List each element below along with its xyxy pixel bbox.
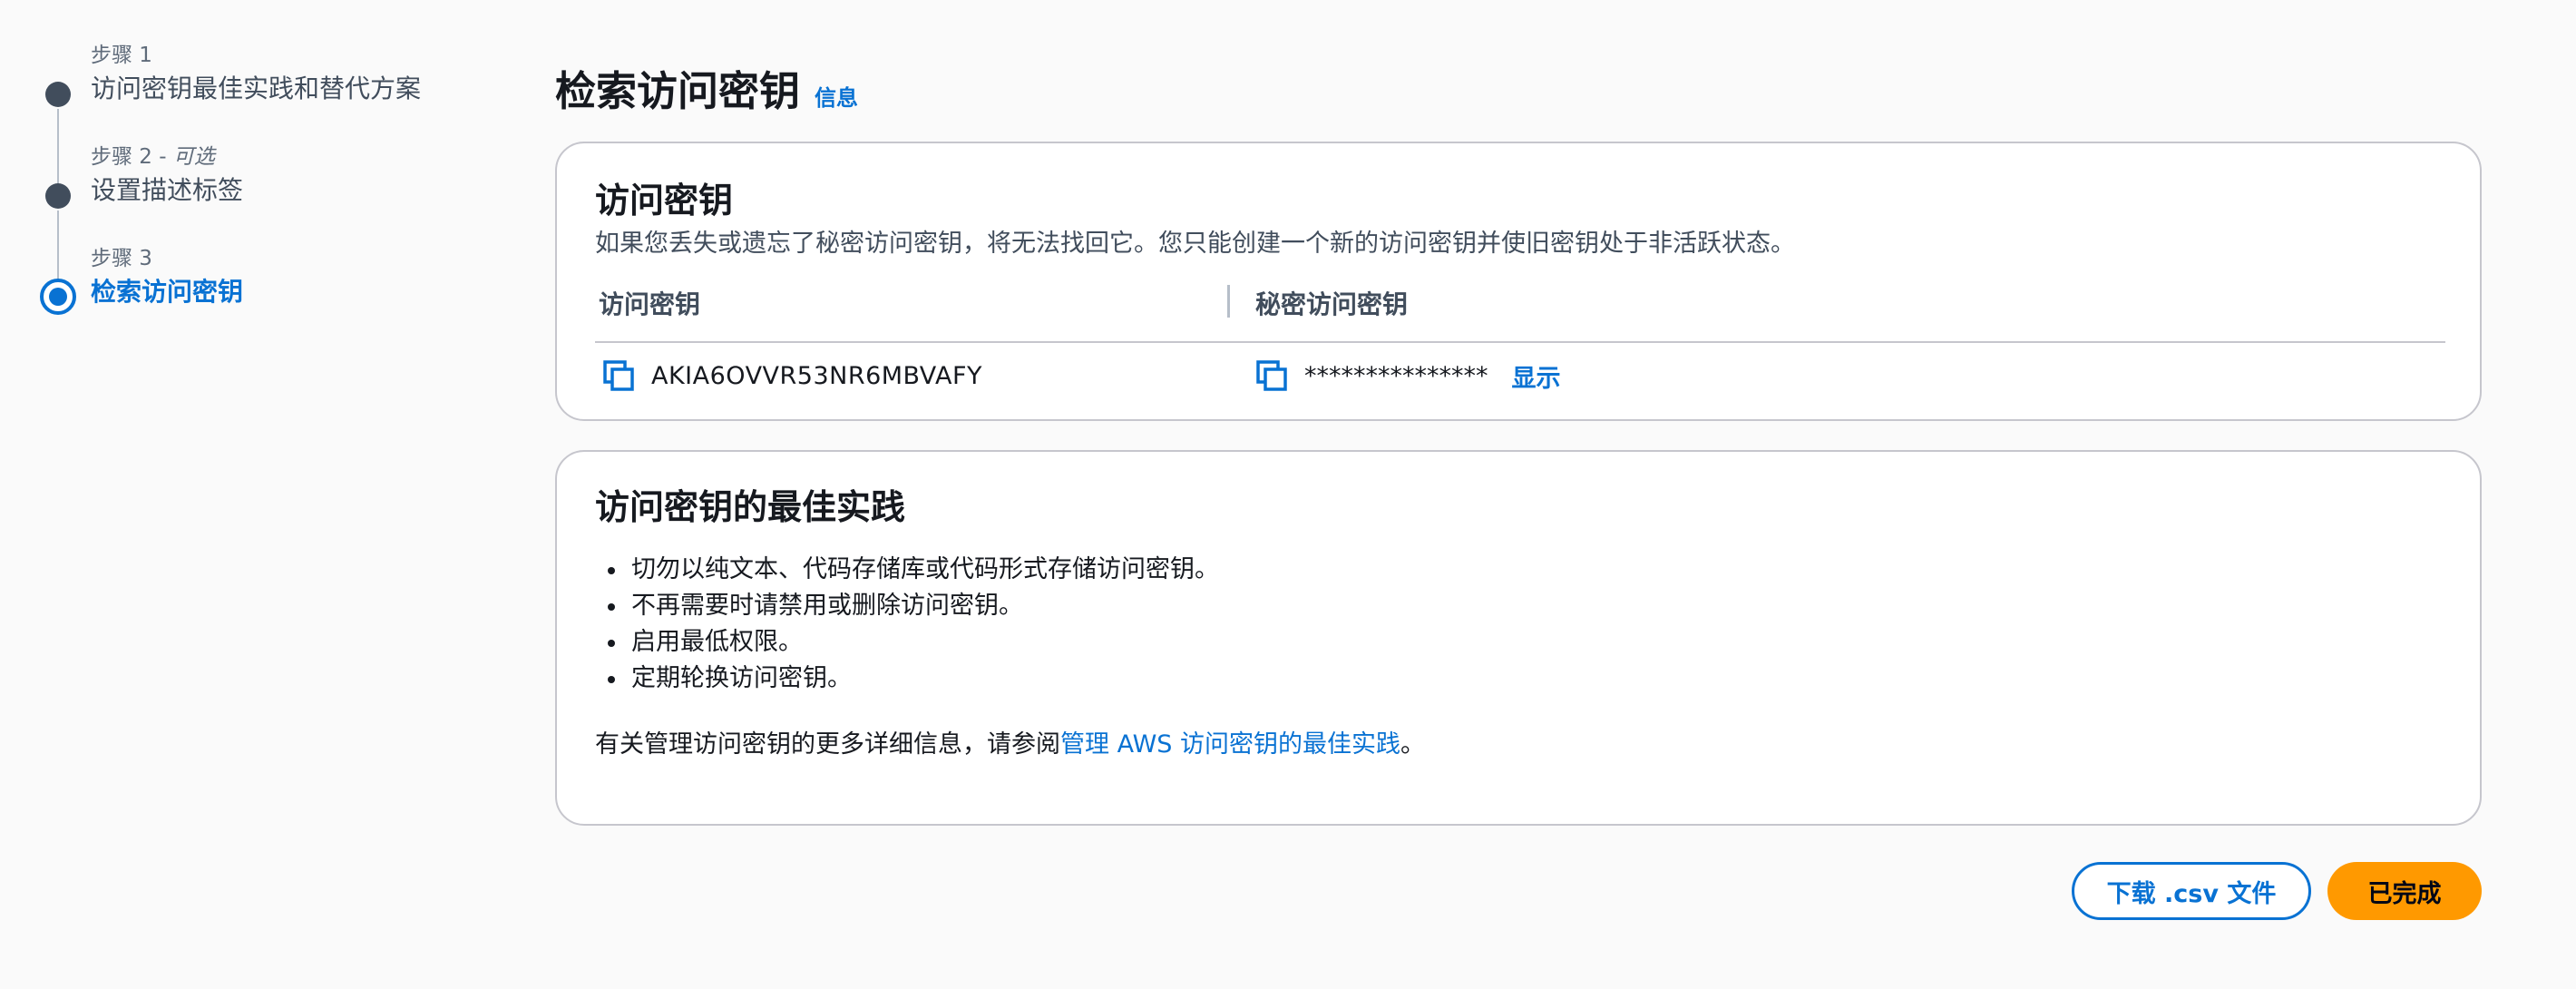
wizard-step-2[interactable]: 步骤 2 - 可选 设置描述标签 [36,142,490,287]
best-practices-card: 访问密钥的最佳实践 切勿以纯文本、代码存储库或代码形式存储访问密钥。 不再需要时… [555,450,2482,826]
copy-icon[interactable] [1255,359,1288,392]
step-caption-number: 步骤 2 [91,145,152,169]
wizard-step-3[interactable]: 步骤 3 检索访问密钥 [36,243,490,345]
step-caption-separator: - [151,145,173,169]
step-current-indicator-icon [40,279,76,315]
list-item: 启用最低权限。 [595,624,1219,661]
show-secret-link[interactable]: 显示 [1512,358,1561,394]
wizard-steps: 步骤 1 访问密钥最佳实践和替代方案 步骤 2 - 可选 设置描述标签 步骤 3… [36,40,490,345]
best-practices-list: 切勿以纯文本、代码存储库或代码形式存储访问密钥。 不再需要时请禁用或删除访问密钥… [595,552,1219,697]
step-title: 检索访问密钥 [91,277,244,307]
secret-key-cell: *************** 显示 [1255,348,1561,403]
wizard-step-1[interactable]: 步骤 1 访问密钥最佳实践和替代方案 [36,40,490,185]
step-indicator-icon [45,82,71,107]
access-key-card-title: 访问密钥 [595,181,734,220]
page-title: 检索访问密钥 [555,67,801,115]
list-item: 切勿以纯文本、代码存储库或代码形式存储访问密钥。 [595,552,1219,588]
more-info-text: 有关管理访问密钥的更多详细信息，请参阅管理 AWS 访问密钥的最佳实践。 [595,724,1425,759]
step-indicator-icon [45,183,71,209]
column-divider[interactable] [1227,285,1230,318]
download-csv-button[interactable]: 下载 .csv 文件 [2072,862,2311,920]
step-title: 访问密钥最佳实践和替代方案 [91,73,422,103]
more-info-suffix: 。 [1400,730,1425,759]
copy-icon[interactable] [602,359,635,392]
access-key-card-description: 如果您丢失或遗忘了秘密访问密钥，将无法找回它。您只能创建一个新的访问密钥并使旧密… [595,230,1795,258]
key-table-header: 访问密钥 秘密访问密钥 [595,279,2445,343]
access-key-value: AKIA6OVVR53NR6MBVAFY [651,361,982,390]
list-item: 定期轮换访问密钥。 [595,661,1219,697]
best-practices-doc-link[interactable]: 管理 AWS 访问密钥的最佳实践 [1060,730,1400,759]
access-key-card: 访问密钥 如果您丢失或遗忘了秘密访问密钥，将无法找回它。您只能创建一个新的访问密… [555,142,2482,421]
step-optional-label: 可选 [172,145,215,169]
column-header-secret-key: 秘密访问密钥 [1255,289,1409,319]
step-caption: 步骤 1 [91,44,152,67]
secret-key-masked-value: *************** [1304,361,1488,390]
step-title: 设置描述标签 [91,175,244,205]
column-header-access-key: 访问密钥 [599,289,701,319]
table-row: AKIA6OVVR53NR6MBVAFY *************** 显示 [595,348,2445,403]
step-caption: 步骤 2 - 可选 [91,142,490,172]
info-link[interactable]: 信息 [815,80,858,112]
best-practices-card-title: 访问密钥的最佳实践 [595,487,906,527]
done-button[interactable]: 已完成 [2327,862,2482,920]
list-item: 不再需要时请禁用或删除访问密钥。 [595,588,1219,624]
step-caption: 步骤 3 [91,247,152,270]
page-header: 检索访问密钥 信息 [555,58,858,117]
more-info-prefix: 有关管理访问密钥的更多详细信息，请参阅 [595,730,1060,759]
access-key-cell: AKIA6OVVR53NR6MBVAFY [602,348,982,403]
